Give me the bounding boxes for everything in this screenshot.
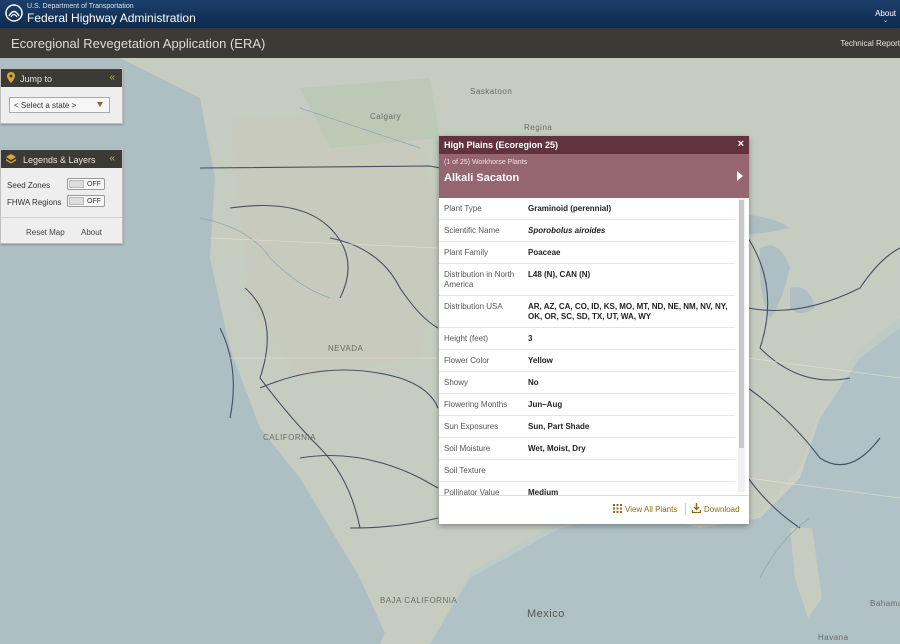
map-pin-icon: [7, 72, 15, 83]
grid-icon[interactable]: [613, 504, 622, 513]
attribute-table: Plant Type Graminoid (perennial) Scientifi…: [439, 198, 735, 495]
download-button[interactable]: Download: [704, 505, 740, 514]
layers-icon: [6, 154, 16, 164]
jump-to-title: Jump to: [20, 74, 53, 84]
attribute-row: Scientific Name Sporobolus airoides: [439, 219, 735, 242]
map-label-saskatoon: Saskatoon: [470, 87, 513, 96]
attribute-value: Sun, Part Shade: [523, 415, 735, 438]
attribute-value: Sporobolus airoides: [523, 219, 735, 242]
attribute-value: [523, 459, 735, 482]
collapse-left-icon[interactable]: «: [109, 72, 115, 83]
app-title-bar: Ecoregional Revegetation Application (ER…: [0, 28, 900, 58]
state-select[interactable]: < Select a state >: [9, 97, 110, 113]
technical-report-link[interactable]: Technical Report: [840, 39, 900, 48]
seed-zones-label: Seed Zones: [7, 181, 51, 190]
popup-title: High Plains (Ecoregion 25): [444, 140, 559, 150]
map-label-california: CALIFORNIA: [263, 433, 317, 442]
plant-count: (1 of 25) Workhorse Plants: [444, 159, 528, 166]
agency-department: U.S. Department of Transportation: [27, 3, 134, 10]
attribute-row: Height (feet) 3: [439, 327, 735, 350]
about-menu[interactable]: About ⌄: [875, 9, 896, 24]
fhwa-regions-toggle[interactable]: OFF: [67, 195, 105, 207]
attribute-value: No: [523, 371, 735, 394]
plant-name: Alkali Sacaton: [444, 172, 520, 184]
attribute-value: Wet, Moist, Dry: [523, 437, 735, 460]
map-label-nevada: NEVADA: [328, 344, 364, 353]
attribute-label: Plant Family: [439, 241, 523, 264]
legends-layers-title: Legends & Layers: [23, 155, 96, 165]
map-label-havana: Havana: [818, 633, 849, 642]
toggle-state: OFF: [87, 198, 101, 205]
toggle-knob[interactable]: [69, 180, 84, 188]
attribute-label: Plant Type: [439, 198, 523, 220]
attribute-row: Pollinator Value Medium: [439, 481, 735, 495]
attribute-row: Plant Family Poaceae: [439, 241, 735, 264]
attribute-label: Distribution in North America: [439, 263, 523, 296]
attribute-value: Medium: [523, 481, 735, 495]
attribute-row: Plant Type Graminoid (perennial): [439, 198, 735, 220]
attribute-row: Flower Color Yellow: [439, 349, 735, 372]
popup-header: High Plains (Ecoregion 25) ×: [439, 136, 749, 154]
map-label-bahamas: Bahamas: [870, 599, 900, 608]
footer-divider: [685, 503, 686, 515]
attribute-label: Distribution USA: [439, 295, 523, 328]
dot-logo-icon: [5, 4, 23, 22]
attribute-row: Distribution in North America L48 (N), CA…: [439, 263, 735, 296]
attribute-row: Soil Moisture Wet, Moist, Dry: [439, 437, 735, 460]
jump-to-header[interactable]: Jump to «: [1, 69, 122, 87]
map-label-baja-california: BAJA CALIFORNIA: [380, 596, 458, 605]
popup-footer: View All Plants Download: [439, 495, 749, 524]
map-label-mexico: Mexico: [527, 608, 565, 620]
agency-header: U.S. Department of Transportation Federa…: [0, 0, 900, 28]
ecoregion-popup: High Plains (Ecoregion 25) × (1 of 25) W…: [439, 136, 749, 524]
attribute-row: Flowering Months Jun–Aug: [439, 393, 735, 416]
agency-name[interactable]: Federal Highway Administration: [27, 11, 196, 25]
map-label-calgary: Calgary: [370, 112, 402, 121]
attribute-row: Distribution USA AR, AZ, CA, CO, ID, KS, …: [439, 295, 735, 328]
panel-divider: [1, 217, 122, 218]
attribute-value: Graminoid (perennial): [523, 198, 735, 220]
about-link[interactable]: About: [81, 228, 102, 237]
attribute-label: Showy: [439, 371, 523, 394]
scrollbar-thumb[interactable]: [739, 200, 744, 448]
attribute-row: Showy No: [439, 371, 735, 394]
attribute-row: Soil Texture: [439, 459, 735, 482]
app-title: Ecoregional Revegetation Application (ER…: [11, 36, 266, 51]
popup-scrollbar[interactable]: [738, 198, 745, 492]
jump-to-panel: Jump to « < Select a state >: [0, 68, 123, 124]
chevron-down-icon[interactable]: ⌄: [875, 18, 896, 24]
toggle-knob[interactable]: [69, 197, 84, 205]
attribute-value: Jun–Aug: [523, 393, 735, 416]
toggle-state: OFF: [87, 181, 101, 188]
download-icon[interactable]: [692, 503, 701, 513]
attribute-value: Yellow: [523, 349, 735, 372]
legends-layers-header[interactable]: Legends & Layers «: [1, 150, 122, 168]
attribute-value: AR, AZ, CA, CO, ID, KS, MO, MT, ND, NE, …: [523, 295, 735, 328]
collapse-left-icon[interactable]: «: [109, 153, 115, 164]
attribute-value: Poaceae: [523, 241, 735, 264]
close-icon[interactable]: ×: [738, 138, 744, 150]
attribute-label: Soil Moisture: [439, 437, 523, 460]
view-all-plants-button[interactable]: View All Plants: [625, 505, 677, 514]
reset-map-button[interactable]: Reset Map: [26, 228, 65, 237]
next-plant-icon[interactable]: [737, 171, 743, 181]
attribute-value: L48 (N), CAN (N): [523, 263, 735, 296]
plant-attributes[interactable]: Plant Type Graminoid (perennial) Scientifi…: [439, 198, 749, 495]
attribute-label: Sun Exposures: [439, 415, 523, 438]
plant-header: (1 of 25) Workhorse Plants Alkali Sacato…: [439, 154, 749, 198]
map-label-regina: Regina: [524, 123, 553, 132]
attribute-label: Flower Color: [439, 349, 523, 372]
legends-layers-panel: Legends & Layers « Seed Zones OFF FHWA R…: [0, 149, 123, 244]
about-menu-label[interactable]: About: [875, 9, 896, 18]
fhwa-regions-label: FHWA Regions: [7, 198, 62, 207]
caret-down-icon[interactable]: [97, 102, 103, 107]
attribute-label: Pollinator Value: [439, 481, 523, 495]
attribute-row: Sun Exposures Sun, Part Shade: [439, 415, 735, 438]
attribute-value: 3: [523, 327, 735, 350]
attribute-label: Height (feet): [439, 327, 523, 350]
attribute-label: Scientific Name: [439, 219, 523, 242]
attribute-label: Flowering Months: [439, 393, 523, 416]
seed-zones-toggle[interactable]: OFF: [67, 178, 105, 190]
attribute-label: Soil Texture: [439, 459, 523, 482]
